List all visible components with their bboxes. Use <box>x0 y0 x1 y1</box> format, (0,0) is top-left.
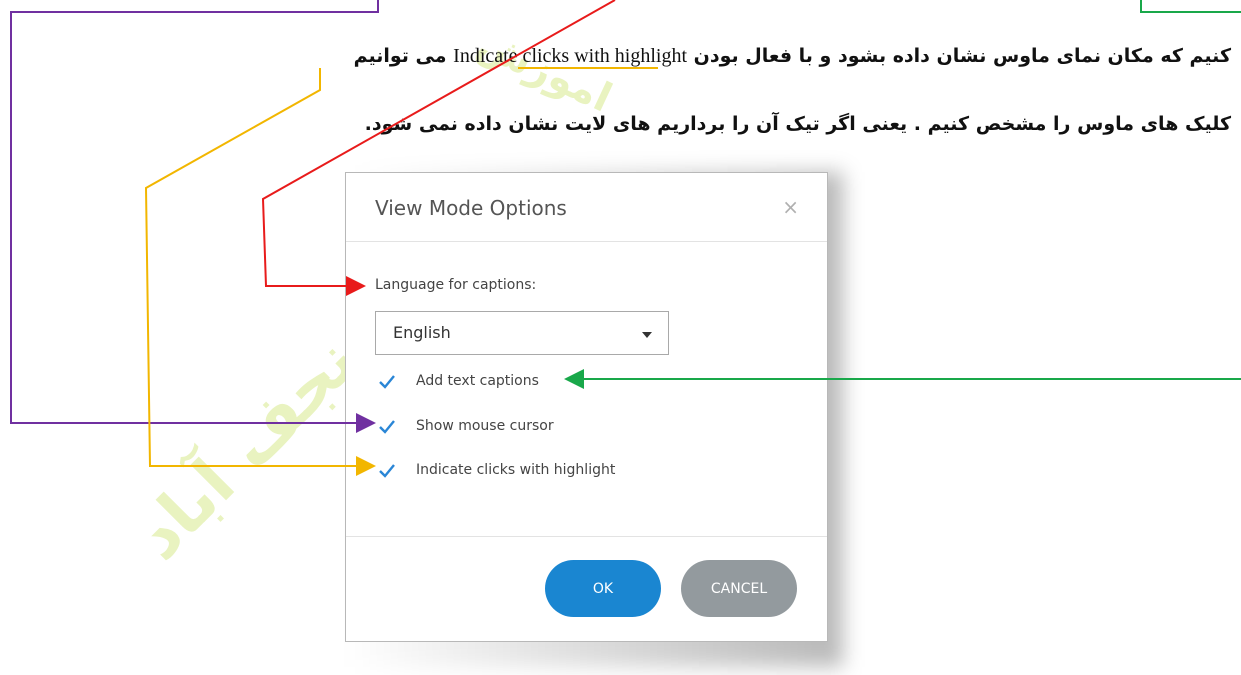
purple-arrow <box>10 0 379 433</box>
footer-divider <box>346 536 827 537</box>
cancel-button[interactable]: CANCEL <box>681 560 797 617</box>
chevron-down-icon <box>642 332 652 338</box>
indicate-clicks-label: Indicate clicks with highlight <box>416 462 616 478</box>
instruction-line-1-part2: می توانیم <box>353 45 447 67</box>
instruction-line-1: کنیم که مکان نمای ماوس نشان داده بشود و … <box>354 44 1231 68</box>
show-mouse-cursor-label: Show mouse cursor <box>416 418 554 434</box>
watermark-text-top: اموزش <box>470 20 619 122</box>
language-select-value: English <box>393 323 451 342</box>
language-select[interactable]: English <box>375 311 669 355</box>
view-mode-options-dialog: View Mode Options × Language for caption… <box>345 172 828 642</box>
instruction-line-1-part1: کنیم که مکان نمای ماوس نشان داده بشود و … <box>693 45 1231 67</box>
ok-button[interactable]: OK <box>545 560 661 617</box>
dialog-title: View Mode Options <box>375 196 567 220</box>
check-icon <box>379 464 395 478</box>
yellow-arrow <box>144 68 376 476</box>
language-label: Language for captions: <box>375 277 537 293</box>
green-frame <box>1140 0 1241 13</box>
instruction-highlight-term: Indicate clicks with highlight <box>453 45 687 67</box>
check-icon <box>379 420 395 434</box>
check-icon <box>379 375 395 389</box>
instruction-line-2: کلیک های ماوس را مشخص کنیم . یعنی اگر تی… <box>364 113 1231 135</box>
add-text-captions-label: Add text captions <box>416 373 539 389</box>
title-divider <box>346 241 827 242</box>
close-icon[interactable]: × <box>782 195 799 219</box>
